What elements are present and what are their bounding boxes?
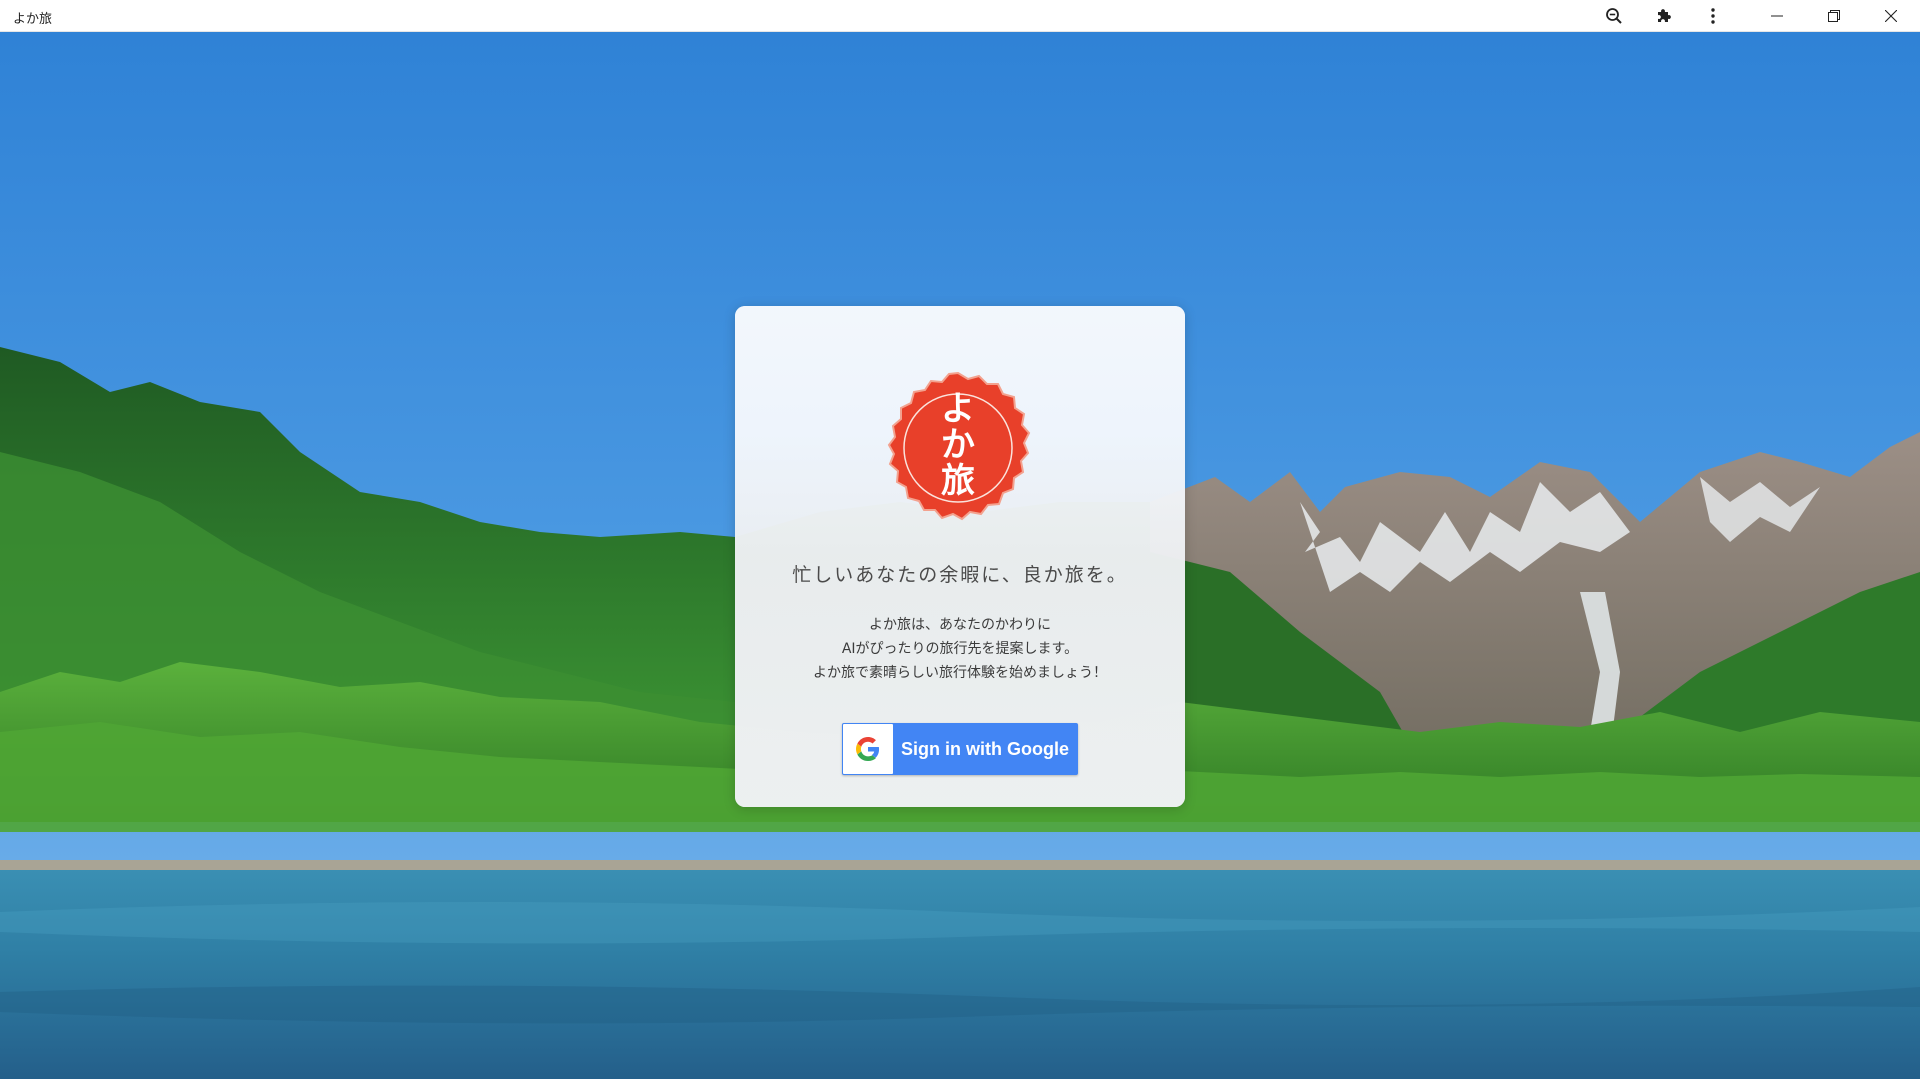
- logo-char-1: よ: [941, 389, 975, 429]
- yokatabi-logo: よ か 旅: [887, 371, 1031, 521]
- tagline: 忙しいあなたの余暇に、良か旅を。: [792, 564, 1128, 586]
- restore-icon: [1828, 10, 1840, 22]
- logo-char-2: か: [941, 425, 975, 465]
- google-sign-in-button[interactable]: Sign in with Google: [842, 723, 1078, 775]
- zoom-out-button[interactable]: [1591, 0, 1637, 32]
- window-titlebar: よか旅: [0, 0, 1920, 32]
- minimize-icon: [1771, 15, 1783, 17]
- login-card: よ か 旅 忙しいあなたの余暇に、良か旅を。 よか旅は、あなたのかわりに AIが…: [735, 306, 1185, 807]
- close-icon: [1885, 10, 1897, 22]
- close-button[interactable]: [1868, 0, 1914, 32]
- extensions-button[interactable]: [1641, 0, 1687, 32]
- google-logo-container: [843, 724, 893, 774]
- restore-button[interactable]: [1811, 0, 1857, 32]
- google-sign-in-label: Sign in with Google: [901, 739, 1069, 759]
- google-g-icon: [856, 737, 880, 761]
- description-line-3: よか旅で素晴らしい旅行体験を始めましょう！: [813, 665, 1107, 681]
- description: よか旅は、あなたのかわりに AIがぴったりの旅行先を提案します。 よか旅で素晴ら…: [735, 613, 1185, 685]
- window-title: よか旅: [13, 12, 53, 27]
- logo-char-3: 旅: [941, 461, 975, 501]
- description-line-1: よか旅は、あなたのかわりに: [869, 617, 1051, 633]
- zoom-out-icon: [1606, 8, 1622, 24]
- more-icon: [1711, 8, 1715, 24]
- minimize-button[interactable]: [1754, 0, 1800, 32]
- extensions-icon: [1658, 9, 1671, 22]
- description-line-2: AIがぴったりの旅行先を提案します。: [841, 641, 1079, 657]
- more-menu-button[interactable]: [1690, 0, 1736, 32]
